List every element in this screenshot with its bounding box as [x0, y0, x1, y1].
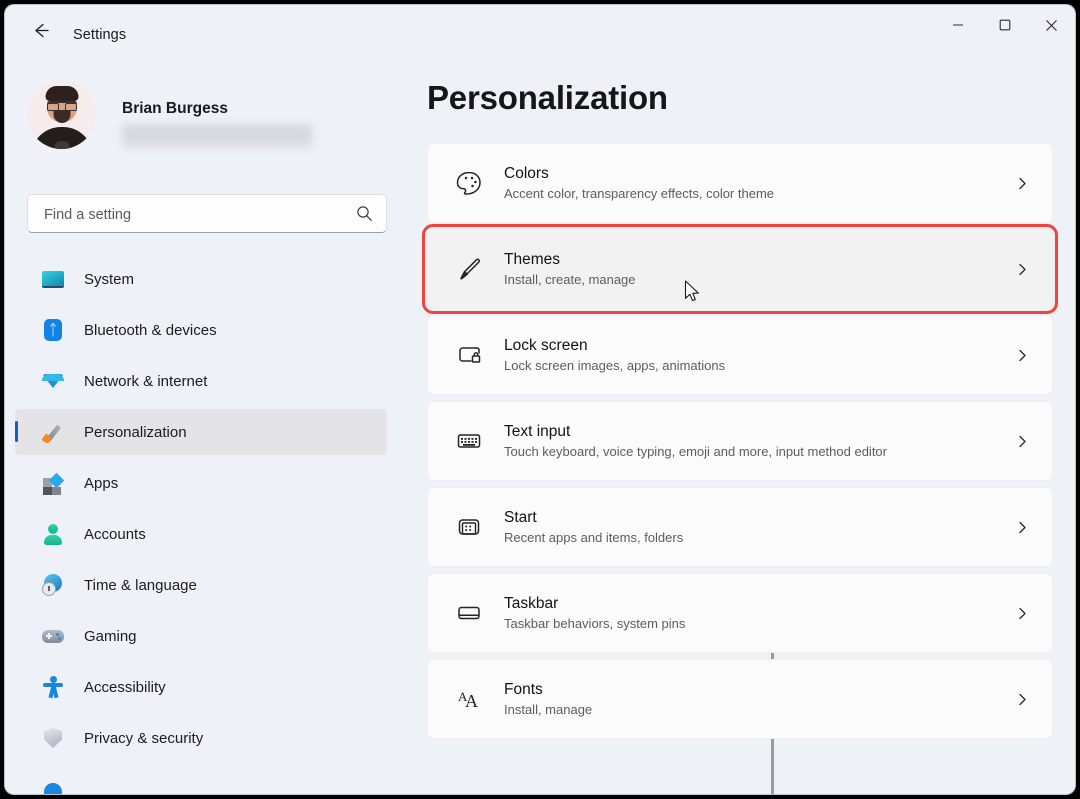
fonts-icon: A A [452, 682, 486, 716]
chevron-right-icon [1015, 520, 1030, 535]
settings-card-text-input[interactable]: Text input Touch keyboard, voice typing,… [427, 401, 1053, 481]
card-subtitle: Install, create, manage [504, 272, 1015, 287]
sidebar-item-label: Privacy & security [84, 730, 203, 747]
maximize-button[interactable] [981, 5, 1028, 45]
sidebar-item-label: Gaming [84, 628, 137, 645]
sidebar-item-system[interactable]: System [15, 256, 387, 302]
settings-card-taskbar[interactable]: Taskbar Taskbar behaviors, system pins [427, 573, 1053, 653]
minimize-icon [952, 19, 964, 31]
minimize-button[interactable] [934, 5, 981, 45]
sidebar-item-label: System [84, 271, 134, 288]
sidebar-item-accessibility[interactable]: Accessibility [15, 664, 387, 710]
palette-icon [452, 166, 486, 200]
settings-card-themes[interactable]: Themes Install, create, manage [427, 229, 1053, 309]
settings-window: Settings [5, 5, 1075, 794]
close-button[interactable] [1028, 5, 1075, 45]
card-subtitle: Install, manage [504, 702, 1015, 717]
card-subtitle: Recent apps and items, folders [504, 530, 1015, 545]
back-button[interactable] [23, 15, 57, 45]
sidebar-scrollbar-track[interactable] [388, 326, 391, 794]
paintbrush-icon [41, 420, 65, 444]
shield-icon [41, 726, 65, 750]
sidebar-item-time-language[interactable]: Time & language [15, 562, 387, 608]
globe-clock-icon [41, 573, 65, 597]
window-controls [934, 5, 1075, 45]
card-subtitle: Lock screen images, apps, animations [504, 358, 1015, 373]
sidebar-item-bluetooth-devices[interactable]: ᛏ Bluetooth & devices [15, 307, 387, 353]
settings-card-list: Colors Accent color, transparency effect… [427, 143, 1053, 745]
card-title: Fonts [504, 681, 1015, 699]
profile-name: Brian Burgess [122, 100, 228, 118]
search-box[interactable] [27, 194, 387, 233]
card-title: Text input [504, 423, 1015, 441]
start-icon [452, 510, 486, 544]
settings-card-lock-screen[interactable]: Lock screen Lock screen images, apps, an… [427, 315, 1053, 395]
card-title: Themes [504, 251, 1015, 269]
card-title: Start [504, 509, 1015, 527]
chevron-right-icon [1015, 348, 1030, 363]
taskbar-icon [452, 596, 486, 630]
wifi-icon [41, 369, 65, 393]
sidebar-item-label: Accessibility [84, 679, 166, 696]
sidebar-item-label: Time & language [84, 577, 197, 594]
maximize-icon [999, 19, 1011, 31]
paintbrush-icon [452, 252, 486, 286]
settings-card-fonts[interactable]: A A Fonts Install, manage [427, 659, 1053, 739]
settings-card-start[interactable]: Start Recent apps and items, folders [427, 487, 1053, 567]
svg-text:A: A [465, 691, 478, 711]
card-subtitle: Touch keyboard, voice typing, emoji and … [504, 444, 1015, 459]
accessibility-icon [41, 675, 65, 699]
monitor-icon [41, 267, 65, 291]
sidebar-item-network-internet[interactable]: Network & internet [15, 358, 387, 404]
user-profile[interactable]: Brian Burgess [27, 80, 357, 156]
title-bar: Settings [5, 5, 1075, 53]
chevron-right-icon [1015, 692, 1030, 707]
bluetooth-icon: ᛏ [41, 318, 65, 342]
main-content: Personalization Colors Accent color, tra… [405, 53, 1075, 794]
card-title: Colors [504, 165, 1015, 183]
sidebar-item-privacy-security[interactable]: Privacy & security [15, 715, 387, 761]
card-subtitle: Taskbar behaviors, system pins [504, 616, 1015, 631]
navigation-list: System ᛏ Bluetooth & devices Network & i… [15, 256, 387, 786]
avatar [27, 80, 96, 149]
sidebar-item-windows-update[interactable] [15, 766, 387, 794]
page-title: Personalization [427, 79, 668, 117]
chevron-right-icon [1015, 262, 1030, 277]
lock-screen-icon [452, 338, 486, 372]
chevron-right-icon [1015, 434, 1030, 449]
sidebar-item-personalization[interactable]: Personalization [15, 409, 387, 455]
card-subtitle: Accent color, transparency effects, colo… [504, 186, 1015, 201]
close-icon [1045, 19, 1058, 32]
sidebar-item-label: Accounts [84, 526, 146, 543]
sidebar-item-gaming[interactable]: Gaming [15, 613, 387, 659]
keyboard-icon [452, 424, 486, 458]
chevron-right-icon [1015, 606, 1030, 621]
settings-card-colors[interactable]: Colors Accent color, transparency effect… [427, 143, 1053, 223]
card-title: Lock screen [504, 337, 1015, 355]
apps-icon [41, 471, 65, 495]
sidebar: Brian Burgess System ᛏ Bluetooth & devic… [5, 53, 405, 794]
windows-update-icon [41, 777, 65, 794]
sidebar-item-label: Apps [84, 475, 118, 492]
sidebar-item-label: Bluetooth & devices [84, 322, 217, 339]
sidebar-item-apps[interactable]: Apps [15, 460, 387, 506]
search-icon [356, 205, 373, 227]
app-title: Settings [73, 27, 126, 43]
chevron-right-icon [1015, 176, 1030, 191]
search-input[interactable] [42, 195, 346, 234]
card-title: Taskbar [504, 595, 1015, 613]
gamepad-icon [41, 624, 65, 648]
sidebar-item-label: Personalization [84, 424, 187, 441]
sidebar-item-accounts[interactable]: Accounts [15, 511, 387, 557]
profile-email-redacted [122, 124, 312, 150]
sidebar-item-label: Network & internet [84, 373, 207, 390]
person-icon [41, 522, 65, 546]
back-arrow-icon [30, 20, 51, 41]
